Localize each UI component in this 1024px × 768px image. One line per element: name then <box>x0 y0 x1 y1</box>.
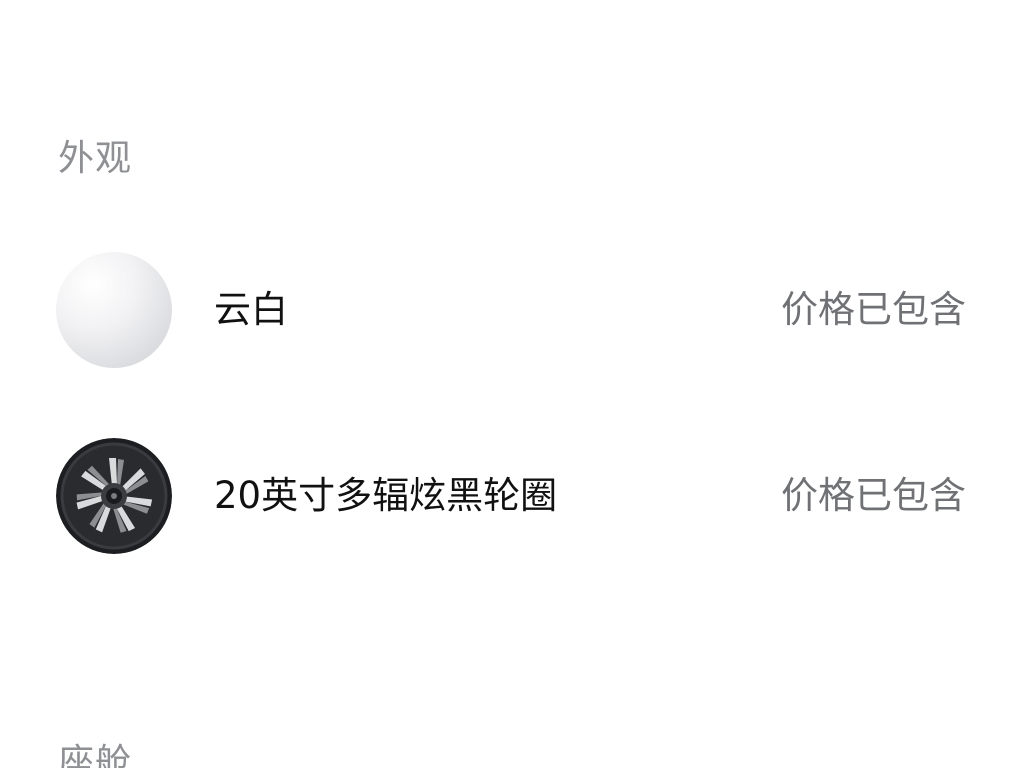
option-name: 20英寸多辐炫黑轮圈 <box>214 474 558 517</box>
option-name: 云白 <box>214 288 288 331</box>
price-included-label: 价格已包含 <box>781 288 966 331</box>
option-row-cloud-white[interactable]: 云白 价格已包含 <box>0 252 1024 372</box>
exterior-section-title: 外观 <box>58 138 133 179</box>
seats-section-title: 座舱 <box>58 742 133 768</box>
price-included-label: 价格已包含 <box>781 474 966 517</box>
configuration-page: 外观 云白 价格已包含 20英寸多辐炫黑轮圈 价格已包含 座舱 <box>0 0 1024 768</box>
wheel-rim-icon <box>56 438 172 554</box>
white-paint-swatch-icon <box>56 252 172 368</box>
option-row-wheel[interactable]: 20英寸多辐炫黑轮圈 价格已包含 <box>0 438 1024 558</box>
